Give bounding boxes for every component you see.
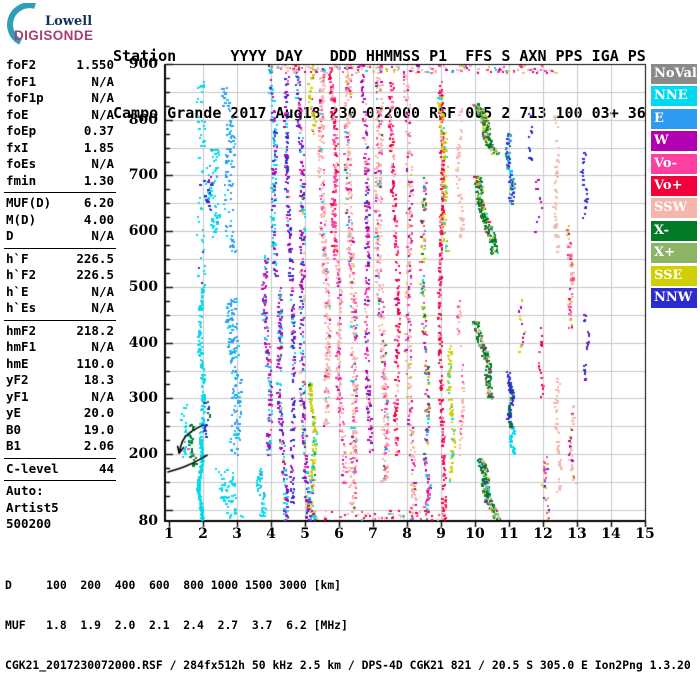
x-tick-label: 15 — [635, 526, 655, 542]
legend-item-e: E — [651, 108, 697, 129]
legend-item-noval: NoVal — [651, 64, 697, 84]
legend-label: X+ — [654, 245, 675, 261]
legend-label: SSW — [654, 200, 688, 216]
x-tick-label: 7 — [368, 526, 378, 542]
x-tick-label: 5 — [300, 526, 310, 542]
legend-label: E — [654, 110, 664, 126]
y-tick-label: 400 — [128, 334, 158, 351]
x-tick-label: 2 — [198, 526, 208, 542]
x-tick-label: 14 — [601, 526, 621, 542]
legend-item-vo-: Vo+ — [651, 176, 697, 196]
x-tick-label: 10 — [465, 526, 485, 542]
y-tick-label: 600 — [128, 223, 158, 240]
x-tick-label: 11 — [499, 526, 519, 542]
y-tick-label: 800 — [128, 111, 158, 128]
x-tick-label: 1 — [164, 526, 174, 542]
legend-item-nnw: NNW — [651, 288, 697, 308]
y-tick-label: 900 — [128, 56, 158, 72]
file-info-row: CGK21_2017230072000.RSF / 284fx512h 50 k… — [5, 658, 691, 673]
bottom-status-block: D 100 200 400 600 800 1000 1500 3000 [km… — [5, 552, 691, 686]
legend-label: SSE — [654, 267, 683, 283]
ionogram-plot — [0, 0, 700, 600]
legend-item-ssw: SSW — [651, 198, 697, 219]
x-tick-label: 6 — [334, 526, 344, 542]
legend-item-x-: X+ — [651, 243, 697, 264]
y-tick-label: 300 — [128, 390, 158, 407]
legend-item-x-: X- — [651, 220, 697, 241]
y-tick-label: 500 — [128, 278, 158, 295]
muf-row: MUF 1.8 1.9 2.0 2.1 2.4 2.7 3.7 6.2 [MHz… — [5, 618, 348, 633]
y-tick-label: 700 — [128, 167, 158, 184]
legend-label: Vo- — [654, 155, 677, 171]
y-tick-label: 200 — [128, 446, 158, 463]
legend-item-nne: NNE — [651, 86, 697, 107]
legend-item-vo-: Vo- — [651, 153, 697, 174]
x-tick-label: 3 — [232, 526, 242, 542]
x-tick-label: 8 — [402, 526, 412, 542]
legend-item-sse: SSE — [651, 265, 697, 286]
x-tick-label: 9 — [436, 526, 446, 542]
legend-label: NoVal — [654, 66, 697, 81]
legend-label: X- — [654, 222, 670, 238]
x-tick-label: 12 — [533, 526, 553, 542]
x-tick-label: 13 — [567, 526, 587, 542]
legend-label: W — [654, 133, 669, 149]
legend-label: Vo+ — [654, 178, 683, 193]
distance-row: D 100 200 400 600 800 1000 1500 3000 [km… — [5, 577, 342, 592]
legend-label: NNE — [654, 88, 688, 104]
y-tick-label: 80 — [138, 513, 158, 529]
legend-label: NNW — [654, 290, 693, 305]
legend-item-w: W — [651, 131, 697, 152]
x-tick-label: 4 — [266, 526, 276, 542]
